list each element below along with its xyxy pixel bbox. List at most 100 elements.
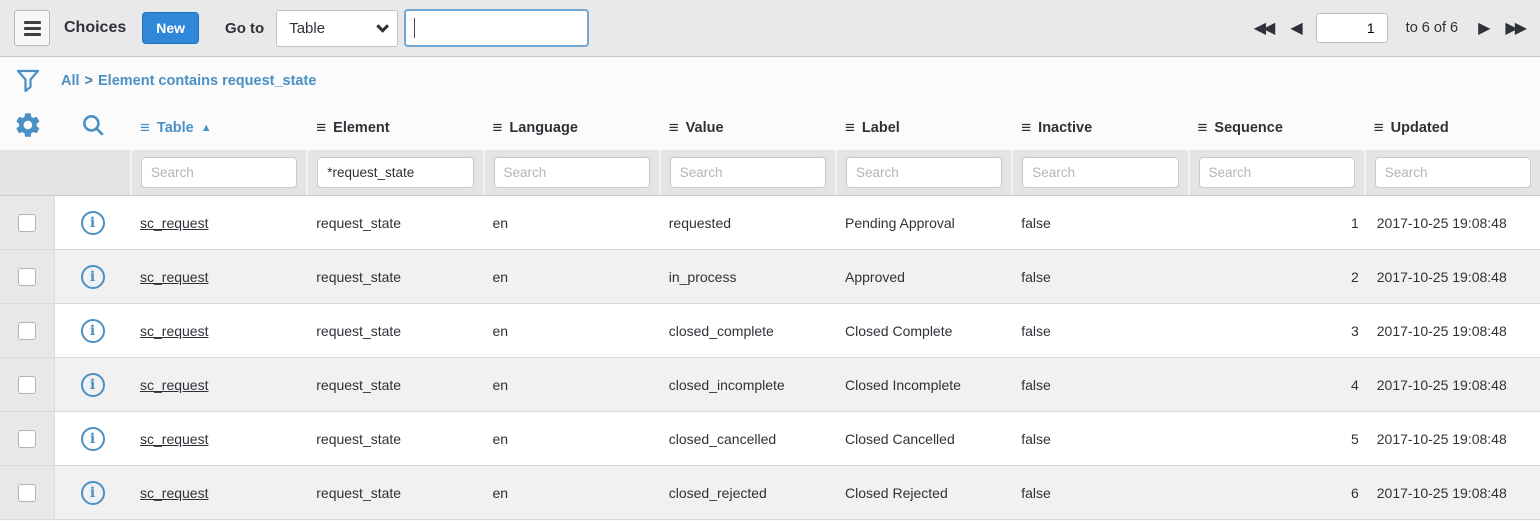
gear-icon[interactable] [14, 111, 42, 144]
value-cell: closed_complete [659, 304, 835, 357]
list-search-cell [55, 112, 130, 143]
column-header-element[interactable]: ≡ Element [306, 119, 482, 136]
search-filter-value[interactable] [670, 157, 826, 188]
row-checkbox[interactable] [18, 214, 36, 232]
column-menu-icon[interactable]: ≡ [1198, 119, 1208, 136]
goto-search-input[interactable] [404, 9, 589, 47]
chevron-down-icon [376, 20, 389, 33]
sequence-cell: 2 [1188, 250, 1364, 303]
info-icon[interactable]: i [81, 319, 105, 343]
search-filter-inactive[interactable] [1022, 157, 1178, 188]
column-header-updated[interactable]: ≡ Updated [1364, 119, 1540, 136]
element-cell: request_state [306, 250, 482, 303]
new-button[interactable]: New [142, 12, 199, 44]
breadcrumb: All > Element contains request_state [61, 73, 316, 89]
value-cell: in_process [659, 250, 835, 303]
list-context-menu-button[interactable] [14, 10, 50, 46]
column-menu-icon[interactable]: ≡ [493, 119, 503, 136]
table-row: i sc_request request_state en closed_rej… [0, 466, 1540, 520]
column-menu-icon[interactable]: ≡ [1374, 119, 1384, 136]
goto-field-select[interactable]: Table [276, 10, 398, 47]
column-menu-icon[interactable]: ≡ [845, 119, 855, 136]
column-menu-icon[interactable]: ≡ [316, 119, 326, 136]
breadcrumb-all[interactable]: All [61, 73, 80, 89]
column-menu-icon[interactable]: ≡ [669, 119, 679, 136]
info-icon[interactable]: i [81, 211, 105, 235]
breadcrumb-separator: > [85, 73, 93, 89]
row-checkbox[interactable] [18, 430, 36, 448]
last-page-button[interactable]: ▶▶ [1503, 16, 1526, 40]
element-cell: request_state [306, 304, 482, 357]
search-filter-element[interactable] [317, 157, 473, 188]
table-cell-link[interactable]: sc_request [140, 269, 208, 285]
previous-page-button[interactable]: ◀ [1288, 16, 1301, 40]
info-icon[interactable]: i [81, 427, 105, 451]
element-cell: request_state [306, 358, 482, 411]
table-cell-link[interactable]: sc_request [140, 323, 208, 339]
inactive-cell: false [1011, 250, 1187, 303]
list-toolbar: Choices New Go to Table ◀◀ ◀ to 6 of 6 ▶… [0, 0, 1540, 57]
row-checkbox[interactable] [18, 268, 36, 286]
sequence-cell: 6 [1188, 466, 1364, 519]
value-cell: closed_incomplete [659, 358, 835, 411]
table-cell-link[interactable]: sc_request [140, 485, 208, 501]
column-header-inactive[interactable]: ≡ Inactive [1011, 119, 1187, 136]
value-cell: requested [659, 196, 835, 249]
value-cell: closed_cancelled [659, 412, 835, 465]
column-header-row: ≡ Table ▲ ≡ Element ≡ Language ≡ Value ≡… [0, 105, 1540, 150]
table-cell-link[interactable]: sc_request [140, 377, 208, 393]
table-row: i sc_request request_state en closed_can… [0, 412, 1540, 466]
element-cell: request_state [306, 412, 482, 465]
info-icon[interactable]: i [81, 481, 105, 505]
hamburger-icon [24, 21, 41, 24]
first-page-button[interactable]: ◀◀ [1252, 16, 1275, 40]
search-filter-label[interactable] [846, 157, 1002, 188]
column-menu-icon[interactable]: ≡ [140, 119, 150, 136]
search-icon[interactable] [80, 112, 106, 143]
table-cell-link[interactable]: sc_request [140, 431, 208, 447]
label-cell: Pending Approval [835, 196, 1011, 249]
breadcrumb-condition[interactable]: Element contains request_state [98, 73, 316, 89]
sort-ascending-icon: ▲ [201, 122, 212, 134]
row-checkbox[interactable] [18, 376, 36, 394]
filter-funnel-icon[interactable] [13, 68, 43, 94]
info-icon[interactable]: i [81, 265, 105, 289]
updated-cell: 2017-10-25 19:08:48 [1364, 250, 1540, 303]
inactive-cell: false [1011, 304, 1187, 357]
column-search-row [0, 150, 1540, 196]
current-page-input[interactable] [1316, 13, 1388, 43]
label-cell: Closed Cancelled [835, 412, 1011, 465]
inactive-cell: false [1011, 358, 1187, 411]
search-filter-sequence[interactable] [1199, 157, 1355, 188]
column-header-language[interactable]: ≡ Language [483, 119, 659, 136]
language-cell: en [483, 196, 659, 249]
page-title: Choices [64, 19, 126, 37]
updated-cell: 2017-10-25 19:08:48 [1364, 358, 1540, 411]
language-cell: en [483, 304, 659, 357]
next-page-button[interactable]: ▶ [1476, 16, 1489, 40]
column-header-label[interactable]: ≡ Label [835, 119, 1011, 136]
table-row: i sc_request request_state en closed_com… [0, 304, 1540, 358]
search-filter-language[interactable] [494, 157, 650, 188]
column-menu-icon[interactable]: ≡ [1021, 119, 1031, 136]
sequence-cell: 4 [1188, 358, 1364, 411]
search-filter-table[interactable] [141, 157, 297, 188]
updated-cell: 2017-10-25 19:08:48 [1364, 196, 1540, 249]
row-checkbox[interactable] [18, 322, 36, 340]
column-header-sequence[interactable]: ≡ Sequence [1188, 119, 1364, 136]
search-filter-updated[interactable] [1375, 157, 1531, 188]
updated-cell: 2017-10-25 19:08:48 [1364, 412, 1540, 465]
table-cell-link[interactable]: sc_request [140, 215, 208, 231]
filter-bar: All > Element contains request_state [0, 57, 1540, 105]
info-icon[interactable]: i [81, 373, 105, 397]
row-checkbox[interactable] [18, 484, 36, 502]
inactive-cell: false [1011, 466, 1187, 519]
column-header-value[interactable]: ≡ Value [659, 119, 835, 136]
table-row: i sc_request request_state en requested … [0, 196, 1540, 250]
table-row: i sc_request request_state en in_process… [0, 250, 1540, 304]
table-row: i sc_request request_state en closed_inc… [0, 358, 1540, 412]
language-cell: en [483, 358, 659, 411]
column-header-table[interactable]: ≡ Table ▲ [130, 119, 306, 136]
label-cell: Closed Incomplete [835, 358, 1011, 411]
goto-label: Go to [225, 20, 264, 37]
